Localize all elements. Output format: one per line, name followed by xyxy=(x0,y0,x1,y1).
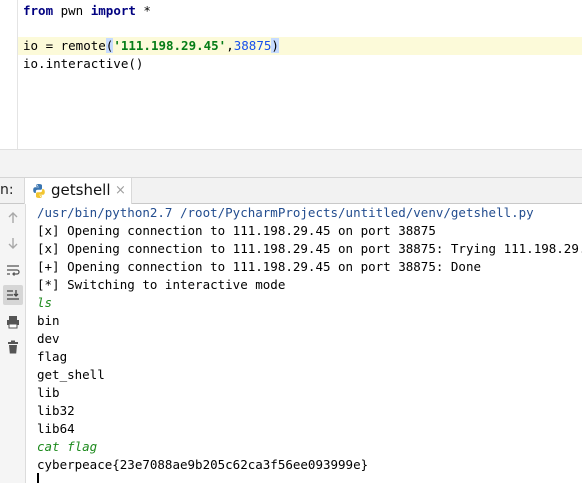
close-icon[interactable]: × xyxy=(115,183,126,198)
scroll-to-end-icon[interactable] xyxy=(3,285,23,305)
run-panel-label: n: xyxy=(0,182,14,198)
code-editor[interactable]: from pwn import * io = remote('111.198.2… xyxy=(0,0,582,149)
console-listing-item: lib xyxy=(37,385,60,400)
tab-label: getshell xyxy=(51,181,111,199)
console-output-line: [*] Switching to interactive mode xyxy=(37,277,286,292)
interactive-call: io.interactive() xyxy=(23,56,144,71)
tab-getshell[interactable]: getshell × xyxy=(24,178,132,204)
console-listing-item: lib32 xyxy=(37,403,75,418)
code-line-interactive[interactable]: io.interactive() xyxy=(23,55,143,73)
paren-close: ) xyxy=(271,38,279,53)
code-line-remote[interactable]: io = remote('111.198.29.45',38875) xyxy=(18,37,582,55)
remote-host-string: '111.198.29.45' xyxy=(113,38,227,53)
arrow-down-icon[interactable] xyxy=(3,233,23,253)
console-output-line: [x] Opening connection to 111.198.29.45 … xyxy=(37,223,436,238)
import-star: * xyxy=(135,3,151,18)
console-listing-item: flag xyxy=(37,349,68,364)
soft-wrap-icon[interactable] xyxy=(3,260,23,280)
remote-port-number: 38875 xyxy=(233,38,272,53)
trash-icon[interactable] xyxy=(3,337,23,357)
module-name: pwn xyxy=(53,3,91,18)
print-icon[interactable] xyxy=(3,312,23,332)
console-toolbar xyxy=(0,204,26,483)
console-listing-item: dev xyxy=(37,331,60,346)
editor-gutter xyxy=(0,0,18,149)
console-listing-item: bin xyxy=(37,313,60,328)
console-command-path[interactable]: /usr/bin/python2.7 /root/PycharmProjects… xyxy=(37,204,534,222)
keyword-import: import xyxy=(90,3,136,18)
console-user-input: ls xyxy=(37,295,53,310)
python-icon xyxy=(31,183,47,199)
arrow-up-icon[interactable] xyxy=(3,208,23,228)
console-flag-output: cyberpeace{23e7088ae9b205c62ca3f56ee0939… xyxy=(37,457,369,472)
run-console[interactable]: /usr/bin/python2.7 /root/PycharmProjects… xyxy=(27,204,582,483)
console-listing-item: get_shell xyxy=(37,367,105,382)
console-user-input: cat flag xyxy=(37,439,98,454)
keyword-from: from xyxy=(23,3,54,18)
console-output-line: [+] Opening connection to 111.198.29.45 … xyxy=(37,259,482,274)
console-output-line: [x] Opening connection to 111.198.29.45 … xyxy=(37,241,582,256)
editor-bottom-area xyxy=(0,149,582,177)
run-tool-window-header: n: getshell × xyxy=(0,177,582,204)
remote-comma: , xyxy=(226,38,234,53)
text-cursor[interactable] xyxy=(37,473,39,483)
remote-call: io = remote xyxy=(23,38,106,53)
console-listing-item: lib64 xyxy=(37,421,75,436)
code-line-import[interactable]: from pwn import * xyxy=(23,2,151,20)
